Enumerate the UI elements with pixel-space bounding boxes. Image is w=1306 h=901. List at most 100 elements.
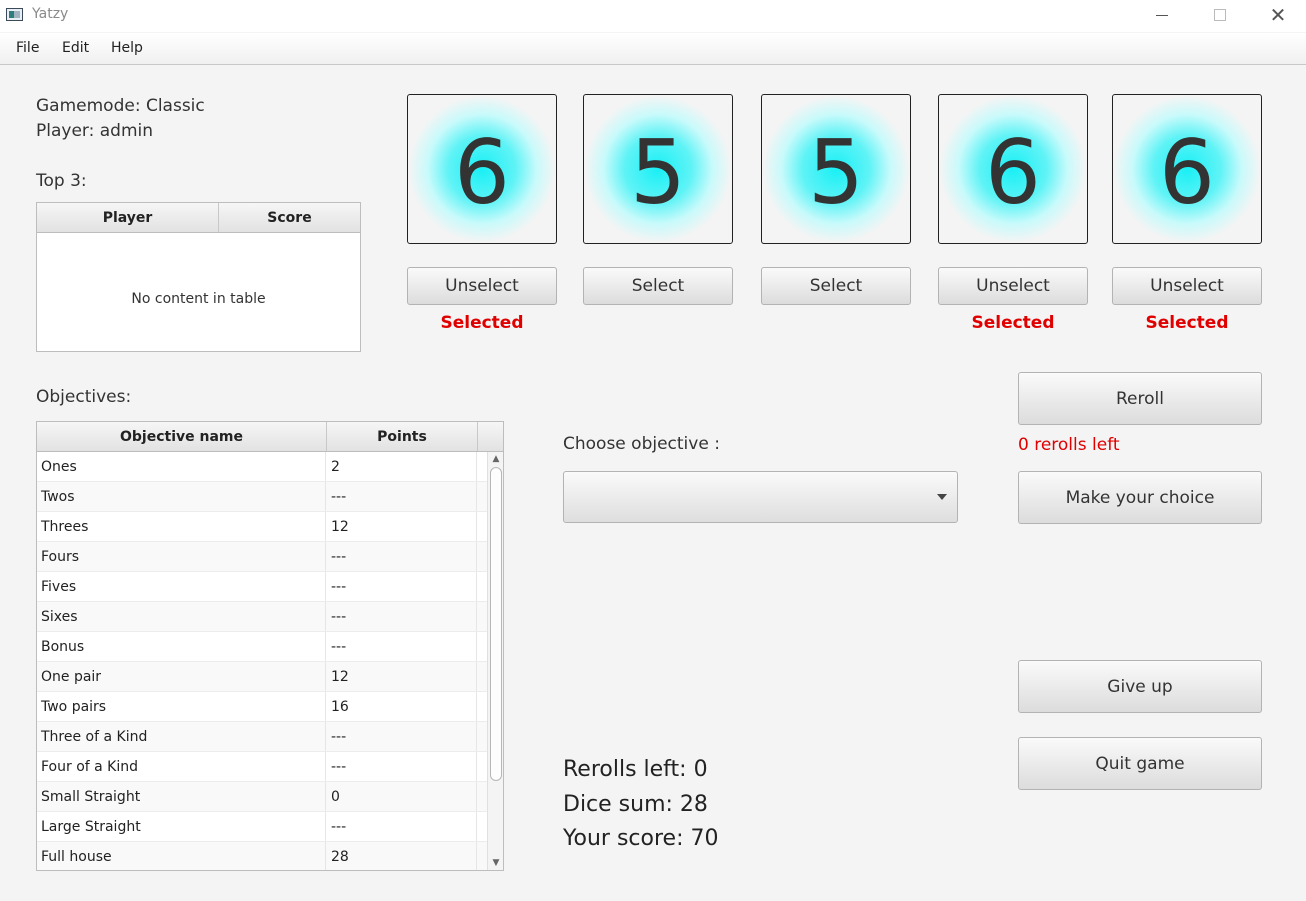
column-header-objective-name[interactable]: Objective name xyxy=(37,422,327,451)
points-cell: 16 xyxy=(326,692,477,721)
objective-name-cell: Fours xyxy=(37,542,326,571)
rerolls-left-stat: Rerolls left: 0 xyxy=(563,757,708,782)
objectives-rows: Ones 2 Twos --- Threes 12 Fours --- Fives --- Sixe… xyxy=(37,452,487,870)
maximize-icon xyxy=(1214,9,1226,21)
points-cell: --- xyxy=(326,482,477,511)
close-icon: ✕ xyxy=(1269,3,1287,27)
objectives-table-header: Objective name Points xyxy=(37,422,503,452)
die-4-select-button[interactable]: Unselect xyxy=(938,267,1088,305)
table-row[interactable]: Large Straight --- xyxy=(37,812,487,842)
die-5-select-button[interactable]: Unselect xyxy=(1112,267,1262,305)
objective-name-cell: Sixes xyxy=(37,602,326,631)
table-row[interactable]: Three of a Kind --- xyxy=(37,722,487,752)
table-row[interactable]: Bonus --- xyxy=(37,632,487,662)
menu-file[interactable]: File xyxy=(16,40,39,56)
die-1-status: Selected xyxy=(440,313,524,333)
table-row[interactable]: Full house 28 xyxy=(37,842,487,870)
menu-edit[interactable]: Edit xyxy=(62,40,89,56)
table-row[interactable]: One pair 12 xyxy=(37,662,487,692)
your-score-stat: Your score: 70 xyxy=(563,826,719,851)
maximize-button[interactable] xyxy=(1191,0,1249,30)
die-value: 6 xyxy=(1159,121,1215,224)
window-title: Yatzy xyxy=(32,6,69,22)
die-1-select-button[interactable]: Unselect xyxy=(407,267,557,305)
die-value: 6 xyxy=(454,121,510,224)
die-4-status: Selected xyxy=(971,313,1055,333)
make-choice-button[interactable]: Make your choice xyxy=(1018,471,1262,524)
table-row[interactable]: Small Straight 0 xyxy=(37,782,487,812)
objective-name-cell: Large Straight xyxy=(37,812,326,841)
minimize-icon xyxy=(1156,14,1168,16)
points-cell: 2 xyxy=(326,452,477,481)
points-cell: 12 xyxy=(326,662,477,691)
die-3-select-button[interactable]: Select xyxy=(761,267,911,305)
objectives-scrollbar[interactable]: ▲ ▼ xyxy=(487,452,503,870)
objectives-table[interactable]: Objective name Points Ones 2 Twos --- Threes… xyxy=(36,421,504,871)
points-cell: 0 xyxy=(326,782,477,811)
top3-table-header: Player Score xyxy=(37,203,360,233)
die-5-status: Selected xyxy=(1145,313,1229,333)
top3-label: Top 3: xyxy=(36,171,87,191)
title-bar: Yatzy ✕ xyxy=(0,0,1306,32)
quit-game-button[interactable]: Quit game xyxy=(1018,737,1262,790)
objective-name-cell: One pair xyxy=(37,662,326,691)
points-cell: --- xyxy=(326,722,477,751)
objective-combo-box[interactable] xyxy=(563,471,958,523)
die-3[interactable]: 5 xyxy=(761,94,911,244)
die-2[interactable]: 5 xyxy=(583,94,733,244)
points-cell: --- xyxy=(326,752,477,781)
table-row[interactable]: Twos --- xyxy=(37,482,487,512)
points-cell: 28 xyxy=(326,842,477,870)
give-up-button[interactable]: Give up xyxy=(1018,660,1262,713)
reroll-button[interactable]: Reroll xyxy=(1018,372,1262,425)
objective-name-cell: Threes xyxy=(37,512,326,541)
column-header-points[interactable]: Points xyxy=(327,422,478,451)
close-button[interactable]: ✕ xyxy=(1249,0,1306,30)
scroll-down-icon[interactable]: ▼ xyxy=(488,856,503,870)
column-header-score[interactable]: Score xyxy=(219,203,360,232)
objectives-label: Objectives: xyxy=(36,387,132,407)
menu-bar: File Edit Help xyxy=(0,33,1306,65)
objective-name-cell: Two pairs xyxy=(37,692,326,721)
menu-help[interactable]: Help xyxy=(111,40,143,56)
points-cell: --- xyxy=(326,572,477,601)
top3-table[interactable]: Player Score No content in table xyxy=(36,202,361,352)
die-value: 5 xyxy=(630,121,686,224)
table-row[interactable]: Sixes --- xyxy=(37,602,487,632)
rerolls-left-message: 0 rerolls left xyxy=(1018,435,1120,455)
objective-name-cell: Three of a Kind xyxy=(37,722,326,751)
app-icon xyxy=(6,8,23,21)
die-2-select-button[interactable]: Select xyxy=(583,267,733,305)
choose-objective-label: Choose objective : xyxy=(563,434,720,454)
points-cell: --- xyxy=(326,812,477,841)
objective-name-cell: Bonus xyxy=(37,632,326,661)
scroll-up-icon[interactable]: ▲ xyxy=(488,452,503,466)
points-cell: --- xyxy=(326,632,477,661)
table-row[interactable]: Ones 2 xyxy=(37,452,487,482)
objective-name-cell: Four of a Kind xyxy=(37,752,326,781)
objective-name-cell: Small Straight xyxy=(37,782,326,811)
gamemode-label: Gamemode: Classic xyxy=(36,96,205,116)
points-cell: --- xyxy=(326,602,477,631)
minimize-button[interactable] xyxy=(1133,0,1191,30)
objective-name-cell: Twos xyxy=(37,482,326,511)
scroll-thumb[interactable] xyxy=(490,467,502,781)
table-row[interactable]: Two pairs 16 xyxy=(37,692,487,722)
chevron-down-icon xyxy=(937,494,947,500)
table-row[interactable]: Threes 12 xyxy=(37,512,487,542)
table-row[interactable]: Four of a Kind --- xyxy=(37,752,487,782)
dice-sum-stat: Dice sum: 28 xyxy=(563,792,708,817)
points-cell: 12 xyxy=(326,512,477,541)
points-cell: --- xyxy=(326,542,477,571)
die-1[interactable]: 6 xyxy=(407,94,557,244)
player-label: Player: admin xyxy=(36,121,153,141)
table-row[interactable]: Fives --- xyxy=(37,572,487,602)
column-header-filler xyxy=(478,422,503,451)
table-row[interactable]: Fours --- xyxy=(37,542,487,572)
die-5[interactable]: 6 xyxy=(1112,94,1262,244)
die-value: 6 xyxy=(985,121,1041,224)
empty-table-message: No content in table xyxy=(131,291,266,307)
die-value: 5 xyxy=(808,121,864,224)
column-header-player[interactable]: Player xyxy=(37,203,219,232)
die-4[interactable]: 6 xyxy=(938,94,1088,244)
